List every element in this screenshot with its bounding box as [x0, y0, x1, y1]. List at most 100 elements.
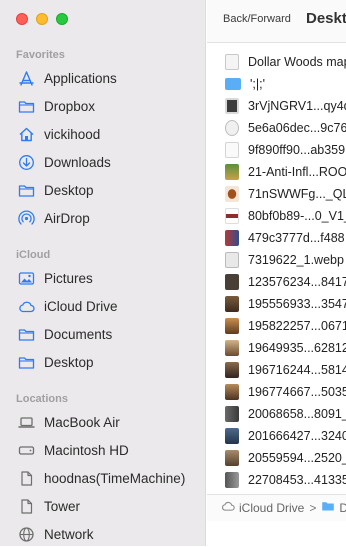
file-name: 21-Anti-Infl...ROOI: [248, 164, 346, 179]
file-name: ';|;': [250, 76, 265, 91]
file-row[interactable]: 196716244...5814: [207, 359, 346, 380]
laptop-icon: [16, 413, 36, 431]
file-row[interactable]: 19649935...62812: [207, 337, 346, 358]
sidebar-item-label: Pictures: [44, 270, 93, 286]
sidebar-item-network[interactable]: Network: [12, 521, 198, 547]
file-row[interactable]: Dollar Woods map: [207, 51, 346, 72]
cloud-icon: [221, 499, 235, 518]
file-row[interactable]: 201666427...3240: [207, 425, 346, 446]
file-name: 196774667...5035: [248, 384, 346, 399]
file-name: Dollar Woods map: [248, 54, 346, 69]
back-forward-button[interactable]: Back/Forward: [223, 13, 291, 25]
folder-icon: [16, 325, 36, 343]
folder-icon: [16, 353, 36, 371]
disk-icon: [16, 441, 36, 459]
folder-icon: [321, 499, 335, 518]
file-row[interactable]: 22708453...41335: [207, 469, 346, 490]
maximize-button[interactable]: [56, 13, 68, 25]
image-thumbnail-icon: [225, 273, 239, 290]
file-row[interactable]: 3rVjNGRV1...qy4q: [207, 95, 346, 116]
image-thumbnail-icon: [225, 471, 239, 488]
photo-icon: [16, 269, 36, 287]
file-name: 80bf0b89-...0_V1_: [248, 208, 346, 223]
sidebar-item-label: Applications: [44, 70, 117, 86]
sidebar-item-tower[interactable]: Tower: [12, 493, 198, 519]
file-row[interactable]: 123576234...8417: [207, 271, 346, 292]
image-thumbnail-icon: [225, 207, 239, 224]
sidebar-item-label: hoodnas(TimeMachine): [44, 470, 186, 486]
sidebar-item-label: Desktop: [44, 354, 94, 370]
minimize-button[interactable]: [36, 13, 48, 25]
file-name: 19649935...62812: [248, 340, 346, 355]
sidebar-item-airdrop[interactable]: AirDrop: [12, 205, 198, 231]
image-thumbnail-icon: [225, 141, 239, 158]
sidebar-item-label: Documents: [44, 326, 113, 342]
path-separator: >: [309, 501, 317, 515]
file-row[interactable]: 196774667...5035: [207, 381, 346, 402]
sidebar-item-macbook-air[interactable]: MacBook Air: [12, 409, 198, 435]
image-thumbnail-icon: [225, 449, 239, 466]
file-name: 22708453...41335: [248, 472, 346, 487]
file-name: 196716244...5814: [248, 362, 346, 377]
close-button[interactable]: [16, 13, 28, 25]
document-icon: [16, 469, 36, 487]
file-name: 201666427...3240: [248, 428, 346, 443]
sidebar-item-label: AirDrop: [44, 210, 90, 226]
path-bar: iCloud Drive > De: [207, 494, 346, 521]
sidebar-item-desktop[interactable]: Desktop: [12, 177, 198, 203]
sidebar-item-label: Tower: [44, 498, 81, 514]
sidebar-item-label: Dropbox: [44, 98, 96, 114]
sidebar: Favorites Applications Dropbox vickihood…: [0, 0, 206, 546]
file-row[interactable]: 71nSWWFg..._QL6: [207, 183, 346, 204]
sidebar-item-label: vickihood: [44, 126, 101, 142]
sidebar-item-label: Network: [44, 526, 94, 542]
path-segment-desktop[interactable]: De: [321, 499, 346, 518]
image-thumbnail-icon: [225, 339, 239, 356]
sidebar-item-pictures[interactable]: Pictures: [12, 265, 198, 291]
file-row[interactable]: 7319622_1.webp: [207, 249, 346, 270]
file-row[interactable]: 479c3777d...f488: [207, 227, 346, 248]
image-thumbnail-icon: [225, 119, 239, 136]
sidebar-item-applications[interactable]: Applications: [12, 65, 198, 91]
sidebar-item-downloads[interactable]: Downloads: [12, 149, 198, 175]
image-thumbnail-icon: [225, 185, 239, 202]
file-row[interactable]: 9f890ff90...ab359: [207, 139, 346, 160]
file-row[interactable]: 5e6a06dec...9c76: [207, 117, 346, 138]
file-row[interactable]: 80bf0b89-...0_V1_: [207, 205, 346, 226]
sidebar-item-macintosh-hd[interactable]: Macintosh HD: [12, 437, 198, 463]
sidebar-item-dropbox[interactable]: Dropbox: [12, 93, 198, 119]
file-name: 20559594...2520_: [248, 450, 346, 465]
image-thumbnail-icon: [225, 361, 239, 378]
sidebar-item-hoodnas[interactable]: hoodnas(TimeMachine): [12, 465, 198, 491]
sidebar-item-icloud-drive[interactable]: iCloud Drive: [12, 293, 198, 319]
cloud-icon: [16, 297, 36, 315]
file-name: 9f890ff90...ab359: [248, 142, 346, 157]
path-segment-icloud-drive[interactable]: iCloud Drive: [221, 499, 304, 518]
toolbar: Back/Forward Deskt: [207, 0, 346, 43]
file-name: 5e6a06dec...9c76: [248, 120, 346, 135]
file-row[interactable]: 20559594...2520_: [207, 447, 346, 468]
file-row[interactable]: 20068658...8091_: [207, 403, 346, 424]
sidebar-item-vickihood[interactable]: vickihood: [12, 121, 198, 147]
image-thumbnail-icon: [225, 383, 239, 400]
sidebar-item-icloud-desktop[interactable]: Desktop: [12, 349, 198, 375]
airdrop-icon: [16, 209, 36, 227]
file-row[interactable]: 195556933...3547: [207, 293, 346, 314]
file-name: 71nSWWFg..._QL6: [248, 186, 346, 201]
globe-icon: [16, 525, 36, 543]
image-thumbnail-icon: [225, 295, 239, 312]
folder-icon: [225, 77, 241, 90]
sidebar-item-documents[interactable]: Documents: [12, 321, 198, 347]
image-thumbnail-icon: [225, 405, 239, 422]
section-locations-title: Locations: [16, 393, 68, 405]
file-row[interactable]: 21-Anti-Infl...ROOI: [207, 161, 346, 182]
document-icon: [225, 53, 239, 70]
image-thumbnail-icon: [225, 229, 239, 246]
file-row[interactable]: ';|;': [207, 73, 346, 94]
file-name: 479c3777d...f488: [248, 230, 345, 245]
file-name: 3rVjNGRV1...qy4q: [248, 98, 346, 113]
path-segment-label: iCloud Drive: [239, 501, 305, 515]
path-segment-label: De: [339, 501, 346, 515]
file-row[interactable]: 195822257...0671_: [207, 315, 346, 336]
sidebar-item-label: Macintosh HD: [44, 442, 129, 458]
